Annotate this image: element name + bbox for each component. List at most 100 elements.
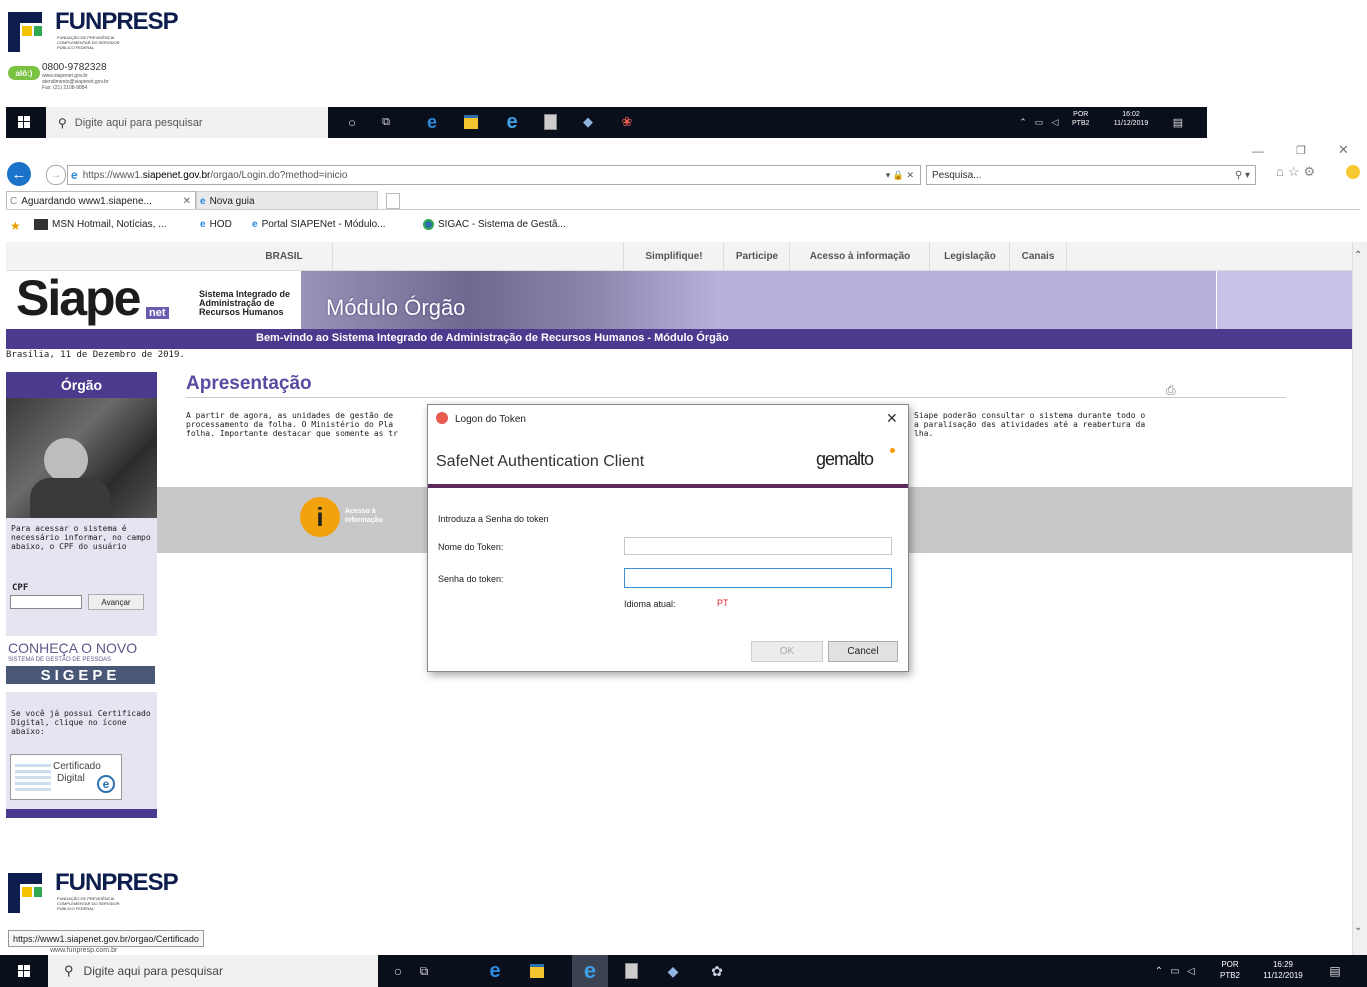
new-tab-button[interactable]: [386, 193, 400, 209]
scroll-down-icon[interactable]: ⌄: [1354, 922, 1362, 933]
ie-page-icon: e: [200, 195, 206, 207]
notification-icon[interactable]: ▤: [1328, 964, 1342, 978]
taskbar-search-top[interactable]: ⚲ Digite aqui para pesquisar: [46, 107, 328, 138]
search-icon: ⚲: [64, 963, 74, 978]
browser-toolbar-icons[interactable]: ⌂☆⚙: [1276, 164, 1319, 180]
favorite-label: Portal SIAPENet - Módulo...: [261, 219, 386, 230]
favorites-star-icon[interactable]: ★: [10, 219, 21, 233]
binary-icon: [15, 761, 51, 791]
url-base: https://www1.: [82, 169, 143, 181]
info-icon[interactable]: i: [300, 497, 340, 537]
browser-search-placeholder: Pesquisa...: [932, 169, 982, 181]
search-icon[interactable]: ⚲ ▾: [1235, 170, 1250, 181]
status-url-tooltip: https://www1.siapenet.gov.br/orgao/Certi…: [8, 930, 204, 947]
scroll-up-icon[interactable]: ⌃: [1354, 250, 1362, 261]
token-password-label: Senha do token:: [438, 574, 504, 584]
language-indicator[interactable]: POR PTB2: [1072, 110, 1090, 128]
tab-loading[interactable]: C Aguardando www1.siapene... ✕: [6, 191, 196, 210]
e-cert-icon: e: [97, 775, 115, 793]
sigepe-promo[interactable]: CONHEÇA O NOVO SISTEMA DE GESTÃO DE PESS…: [6, 636, 157, 692]
left-panel: Órgão Para acessar o sistema é necessári…: [6, 372, 157, 818]
favorite-portal[interactable]: e Portal SIAPENet - Módulo...: [252, 219, 386, 230]
task-view-icon[interactable]: ⧉: [378, 114, 394, 130]
printer-icon[interactable]: ⎙: [1166, 383, 1176, 398]
minimize-icon[interactable]: —: [1252, 144, 1264, 158]
app-icon[interactable]: ◆: [664, 962, 682, 980]
gov-link-legislacao[interactable]: Legislação: [929, 242, 1010, 270]
avancar-button[interactable]: Avançar: [88, 594, 144, 610]
address-actions[interactable]: ▾ 🔒 ✕: [886, 170, 914, 181]
access-info-link[interactable]: Acesso à Informação: [345, 507, 405, 525]
cert-btn-line2: Digital: [57, 773, 85, 784]
forward-arrow-icon: →: [51, 169, 61, 181]
funpresp-site: www.funpresp.com.br: [50, 947, 118, 954]
cancel-button[interactable]: Cancel: [828, 641, 898, 662]
date-line: Brasília, 11 de Dezembro de 2019.: [6, 350, 185, 360]
notification-icon[interactable]: ▤: [1171, 115, 1185, 129]
safenet-icon: [436, 412, 448, 424]
volume-icon[interactable]: ◁: [1048, 115, 1062, 129]
loading-icon: C: [10, 195, 18, 207]
cortana-icon[interactable]: ○: [344, 114, 360, 130]
token-name-input[interactable]: [624, 537, 892, 555]
file-explorer-icon[interactable]: [528, 962, 546, 980]
taskbar-search-bottom[interactable]: ⚲ Digite aqui para pesquisar: [48, 955, 378, 987]
siape-system-name: Sistema Integrado de Administração de Re…: [199, 289, 291, 317]
gov-link-acesso[interactable]: Acesso à informação: [789, 242, 930, 270]
windows-start-icon[interactable]: [16, 114, 32, 130]
tab-label: Nova guia: [209, 195, 255, 207]
scrollbar[interactable]: [1352, 242, 1367, 987]
favorite-label: SIGAC - Sistema de Gestã...: [438, 219, 566, 230]
cpf-input[interactable]: [10, 595, 82, 609]
favorite-sigac[interactable]: SIGAC - Sistema de Gestã...: [423, 219, 566, 230]
file-explorer-icon[interactable]: [462, 113, 480, 131]
msn-icon: [34, 219, 48, 230]
app-icon[interactable]: ◆: [579, 113, 597, 131]
close-tab-icon[interactable]: ✕: [183, 196, 191, 207]
restore-icon[interactable]: ❐: [1296, 144, 1306, 157]
clock[interactable]: 16:02 11/12/2019: [1106, 110, 1156, 128]
browser-search-box[interactable]: Pesquisa... ⚲ ▾: [926, 165, 1256, 185]
network-icon[interactable]: ▭: [1032, 115, 1046, 129]
smiley-icon[interactable]: [1346, 165, 1360, 179]
internet-explorer-icon[interactable]: e: [501, 111, 523, 133]
funpresp-mark: [8, 12, 44, 52]
network-icon[interactable]: ▭: [1168, 964, 1182, 978]
certificado-digital-button[interactable]: Certificado Digital e: [10, 754, 122, 800]
gov-link-simplifique[interactable]: Simplifique!: [623, 242, 724, 270]
task-view-icon[interactable]: ⧉: [416, 963, 432, 979]
language-indicator[interactable]: POR PTB2: [1220, 959, 1240, 981]
gov-link-participe[interactable]: Participe: [723, 242, 790, 270]
module-title: Módulo Órgão: [326, 295, 466, 320]
calculator-icon[interactable]: [541, 113, 559, 131]
dialog-close-icon[interactable]: ✕: [886, 410, 898, 427]
windows-start-icon[interactable]: [16, 963, 32, 979]
cortana-icon[interactable]: ○: [390, 963, 406, 979]
gemalto-dot: [890, 448, 895, 453]
lang-code: POR: [1221, 960, 1239, 969]
close-window-icon[interactable]: ✕: [1338, 142, 1349, 158]
tab-new[interactable]: e Nova guia: [196, 191, 378, 210]
lang-code: POR: [1073, 111, 1089, 118]
edge-icon[interactable]: e: [422, 112, 442, 132]
gov-link-canais[interactable]: Canais: [1009, 242, 1067, 270]
gov-brasil-link[interactable]: BRASIL: [236, 242, 332, 270]
clock[interactable]: 16:29 11/12/2019: [1250, 959, 1316, 981]
chevron-up-icon[interactable]: ⌃: [1152, 964, 1166, 978]
chevron-up-icon[interactable]: ⌃: [1016, 115, 1030, 129]
ok-button[interactable]: OK: [751, 641, 823, 662]
cpf-instructions: Para acessar o sistema é necessário info…: [11, 524, 151, 551]
forward-button[interactable]: →: [46, 165, 66, 185]
volume-icon[interactable]: ◁: [1184, 964, 1198, 978]
language-value: PT: [717, 598, 729, 608]
token-password-input[interactable]: [624, 568, 892, 588]
edge-icon[interactable]: e: [484, 960, 506, 982]
safenet-icon[interactable]: ❀: [618, 113, 636, 131]
paint-icon[interactable]: ✿: [708, 962, 726, 980]
favorite-hod[interactable]: e HOD: [200, 219, 232, 230]
address-bar[interactable]: e https://www1. siapenet.gov.br/orgao/Log…: [67, 165, 921, 185]
calculator-icon[interactable]: [622, 962, 640, 980]
back-button[interactable]: ←: [7, 162, 31, 186]
favorite-msn[interactable]: MSN Hotmail, Notícias, ...: [34, 219, 166, 230]
internet-explorer-icon[interactable]: e: [572, 955, 608, 987]
